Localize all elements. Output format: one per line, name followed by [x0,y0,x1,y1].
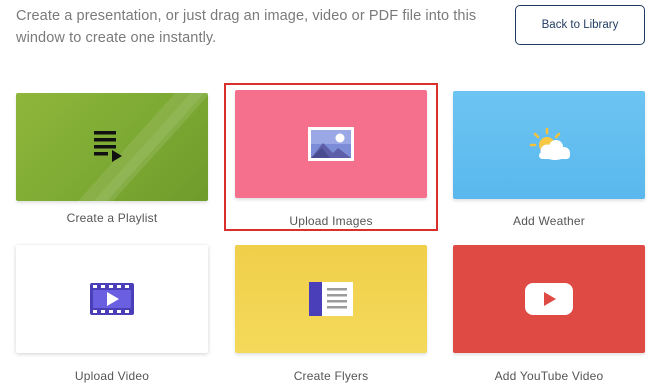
card-label-upload-video: Upload Video [74,369,150,383]
create-flyers-tile[interactable] [235,245,427,353]
card-label-flyers: Create Flyers [293,369,369,383]
card-label-youtube: Add YouTube Video [494,369,604,383]
flyer-icon [309,282,353,316]
image-icon [308,127,354,161]
card-label-weather: Add Weather [512,214,586,228]
youtube-icon [525,283,573,315]
card-label-playlist: Create a Playlist [66,211,158,225]
weather-tile[interactable] [453,91,645,199]
weather-icon [529,128,570,160]
back-to-library-button[interactable]: Back to Library [515,5,645,45]
upload-images-tile[interactable] [235,90,427,198]
video-icon [90,283,134,315]
playlist-icon [94,131,122,162]
playlist-tile[interactable] [16,93,208,201]
youtube-tile[interactable] [453,245,645,353]
intro-text: Create a presentation, or just drag an i… [16,8,477,46]
card-label-upload-images: Upload Images [289,214,373,228]
upload-video-tile[interactable] [16,245,208,353]
